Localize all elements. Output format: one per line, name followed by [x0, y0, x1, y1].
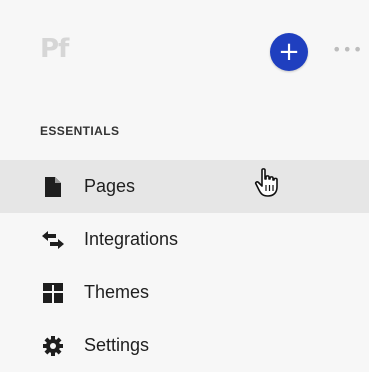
sidebar-nav: Pages Integrations Themes Settings — [0, 160, 369, 372]
sidebar-item-label: Themes — [84, 282, 150, 302]
sidebar: Pf + ••• ESSENTIALS Pages Integrations T… — [0, 0, 369, 372]
add-button[interactable]: + — [270, 33, 308, 71]
sidebar-item-label: Pages — [84, 176, 136, 196]
swap-arrows-icon — [42, 229, 64, 251]
sidebar-item-label: Settings — [84, 335, 150, 355]
sidebar-item-settings[interactable]: Settings — [0, 319, 369, 372]
sidebar-item-integrations[interactable]: Integrations — [0, 213, 369, 266]
gear-icon — [42, 335, 64, 357]
page-icon — [42, 176, 64, 198]
sidebar-item-themes[interactable]: Themes — [0, 266, 369, 319]
more-options-icon[interactable]: ••• — [332, 40, 362, 60]
section-label-essentials: ESSENTIALS — [40, 124, 120, 138]
hand-cursor-icon — [254, 168, 278, 197]
sidebar-item-label: Integrations — [84, 229, 179, 249]
sidebar-item-pages[interactable]: Pages — [0, 160, 369, 213]
logo[interactable]: Pf — [40, 34, 69, 64]
layout-grid-icon — [42, 282, 64, 304]
sidebar-header: Pf + ••• — [0, 0, 369, 100]
